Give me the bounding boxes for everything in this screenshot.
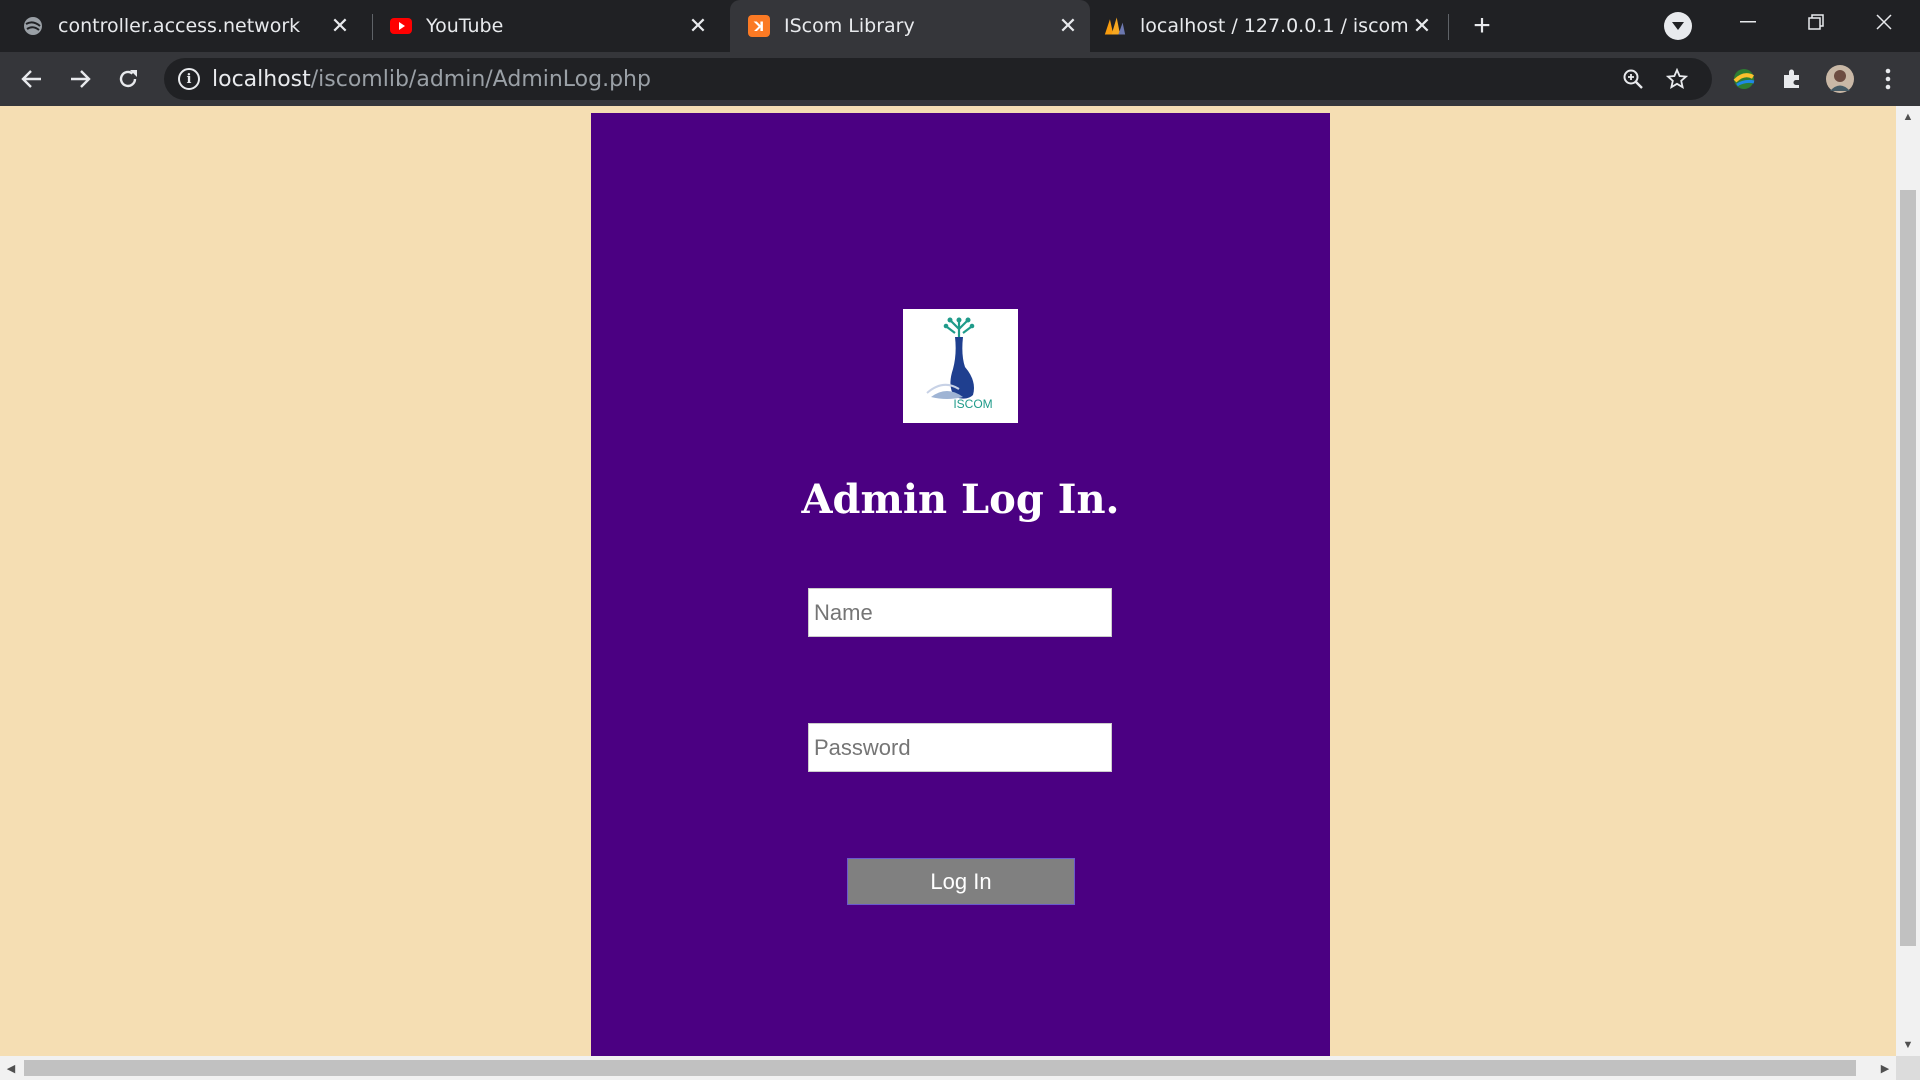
logo-text: ISCOM bbox=[953, 397, 992, 411]
vertical-scroll-thumb[interactable] bbox=[1900, 190, 1916, 946]
youtube-icon bbox=[390, 15, 412, 37]
back-button[interactable] bbox=[12, 59, 52, 99]
scroll-left-icon[interactable]: ◀ bbox=[0, 1056, 22, 1080]
restore-icon bbox=[1808, 14, 1824, 30]
login-panel: ISCOM Admin Log In. Log In bbox=[591, 113, 1330, 1056]
horizontal-scroll-thumb[interactable] bbox=[24, 1060, 1856, 1076]
new-tab-button[interactable]: + bbox=[1464, 8, 1500, 44]
url-text[interactable]: localhost/iscomlib/admin/AdminLog.php bbox=[212, 67, 651, 92]
tab-iscom-library[interactable]: ꓘ IScom Library ✕ bbox=[730, 0, 1090, 52]
tab-separator bbox=[372, 14, 373, 40]
tab-title: IScom Library bbox=[784, 15, 915, 37]
scroll-right-icon[interactable]: ▶ bbox=[1874, 1056, 1896, 1080]
tab-title: controller.access.network bbox=[58, 15, 301, 37]
tab-strip: controller.access.network ✕ YouTube ✕ ꓘ … bbox=[0, 0, 1920, 52]
tab-controller[interactable]: controller.access.network ✕ bbox=[22, 0, 362, 52]
arrow-left-icon bbox=[21, 70, 41, 88]
profile-avatar[interactable] bbox=[1824, 63, 1856, 95]
url-host: localhost bbox=[212, 67, 311, 92]
login-button[interactable]: Log In bbox=[847, 858, 1075, 905]
minimize-button[interactable] bbox=[1714, 0, 1782, 44]
globe-icon bbox=[22, 15, 44, 37]
minimize-icon bbox=[1740, 21, 1756, 23]
address-bar[interactable]: i localhost/iscomlib/admin/AdminLog.php bbox=[164, 58, 1712, 100]
tab-youtube[interactable]: YouTube ✕ bbox=[390, 0, 720, 52]
extension-globe-icon[interactable] bbox=[1728, 63, 1760, 95]
peacock-logo-icon: ISCOM bbox=[926, 317, 993, 411]
scrollbar-corner bbox=[1896, 1056, 1920, 1080]
page-viewport: ISCOM Admin Log In. Log In bbox=[0, 106, 1896, 1056]
browser-toolbar: i localhost/iscomlib/admin/AdminLog.php bbox=[0, 52, 1920, 106]
tab-phpmyadmin[interactable]: localhost / 127.0.0.1 / iscomlib / a ✕ bbox=[1104, 0, 1444, 52]
close-tab-icon[interactable]: ✕ bbox=[1054, 12, 1082, 40]
close-tab-icon[interactable]: ✕ bbox=[326, 12, 354, 40]
xampp-icon: ꓘ bbox=[748, 15, 770, 37]
page-title: Admin Log In. bbox=[801, 476, 1120, 523]
password-input[interactable] bbox=[808, 723, 1112, 772]
tab-separator bbox=[1448, 14, 1449, 40]
forward-button[interactable] bbox=[60, 59, 100, 99]
menu-kebab-icon[interactable] bbox=[1872, 63, 1904, 95]
horizontal-scrollbar[interactable]: ◀ ▶ bbox=[0, 1056, 1896, 1080]
zoom-icon[interactable] bbox=[1620, 66, 1646, 92]
url-path: /iscomlib/admin/AdminLog.php bbox=[310, 67, 651, 92]
svg-text:ꓘ: ꓘ bbox=[753, 20, 764, 35]
chevron-down-icon bbox=[1672, 22, 1684, 30]
scroll-down-icon[interactable]: ▼ bbox=[1896, 1034, 1920, 1056]
site-info-icon[interactable]: i bbox=[178, 68, 200, 90]
phpmyadmin-icon bbox=[1104, 15, 1126, 37]
close-tab-icon[interactable]: ✕ bbox=[684, 12, 712, 40]
iscom-logo: ISCOM bbox=[903, 309, 1018, 423]
tab-title: YouTube bbox=[426, 15, 504, 37]
arrow-right-icon bbox=[71, 70, 91, 88]
reload-button[interactable] bbox=[108, 59, 148, 99]
extensions-puzzle-icon[interactable] bbox=[1776, 63, 1808, 95]
close-icon bbox=[1876, 14, 1892, 30]
restore-button[interactable] bbox=[1782, 0, 1850, 44]
bookmark-star-icon[interactable] bbox=[1664, 66, 1690, 92]
vertical-scrollbar[interactable]: ▲ ▼ bbox=[1896, 106, 1920, 1056]
tab-search-button[interactable] bbox=[1664, 12, 1692, 40]
reload-icon bbox=[119, 70, 137, 88]
scroll-up-icon[interactable]: ▲ bbox=[1896, 106, 1920, 128]
close-tab-icon[interactable]: ✕ bbox=[1408, 12, 1436, 40]
name-input[interactable] bbox=[808, 588, 1112, 637]
window-close-button[interactable] bbox=[1850, 0, 1918, 44]
tab-title: localhost / 127.0.0.1 / iscomlib / a bbox=[1140, 15, 1408, 37]
